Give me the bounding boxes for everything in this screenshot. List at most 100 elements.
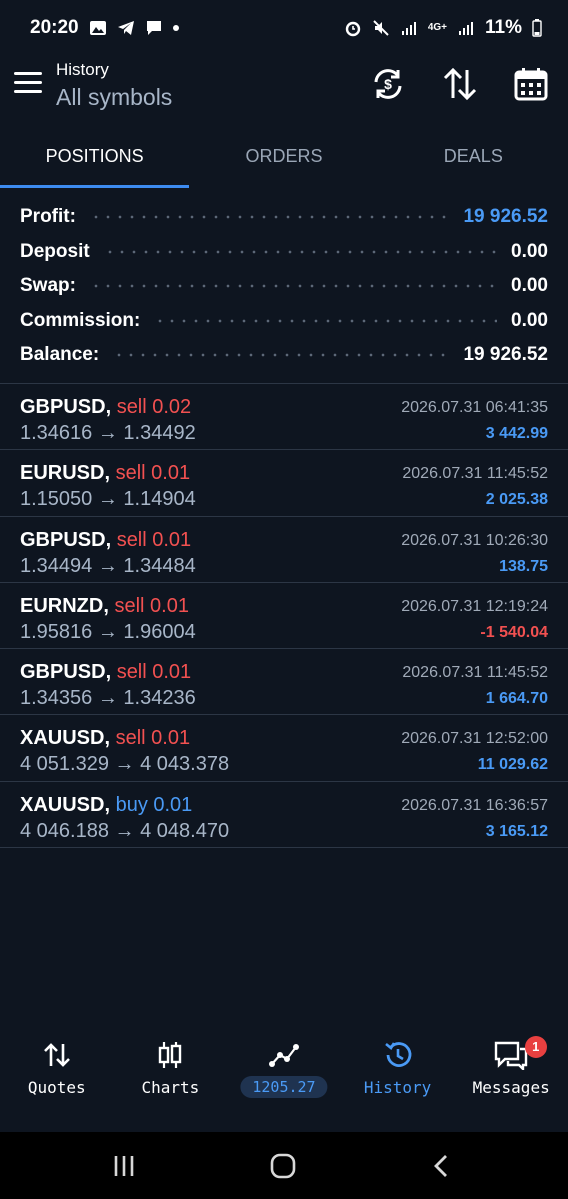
tab-deals[interactable]: DEALS <box>379 124 568 188</box>
position-time: 2026.07.31 11:45:52 <box>402 664 548 682</box>
position-row[interactable]: GBPUSD, sell 0.02 1.34616 → 1.34492 2026… <box>0 384 568 451</box>
summary-label: Profit: <box>20 206 76 228</box>
dotted-leader <box>113 353 450 358</box>
position-side: buy 0.01 <box>115 793 193 816</box>
summary-label: Swap: <box>20 275 76 297</box>
position-row[interactable]: GBPUSD, sell 0.01 1.34494 → 1.34484 2026… <box>0 517 568 583</box>
calendar-icon[interactable] <box>513 66 549 102</box>
position-prices: 1.95816 → 1.96004 <box>20 620 196 643</box>
position-prices: 1.15050 → 1.14904 <box>20 488 196 511</box>
position-time: 2026.07.31 11:45:52 <box>402 465 548 483</box>
position-side: sell 0.01 <box>115 462 191 485</box>
nav-label: Messages <box>472 1078 550 1097</box>
position-profit: 138.75 <box>499 557 548 575</box>
position-time: 2026.07.31 16:36:57 <box>401 796 548 814</box>
position-side: sell 0.02 <box>116 396 192 418</box>
nav-charts[interactable]: Charts <box>114 1030 228 1130</box>
position-time: 2026.07.31 10:26:30 <box>401 531 548 549</box>
summary-value: 0.00 <box>511 309 548 331</box>
position-prices: 1.34356 → 1.34236 <box>20 687 196 710</box>
summary-value: 0.00 <box>511 275 548 297</box>
position-profit: 2 025.38 <box>485 491 548 509</box>
nav-trade[interactable]: 1205.27 <box>227 1030 341 1130</box>
signal-2-icon <box>459 22 474 35</box>
status-time: 20:20 <box>30 17 79 38</box>
summary-label: Balance: <box>20 344 100 366</box>
nav-label: Quotes <box>27 1078 86 1097</box>
summary-profit: Profit: 19 926.52 <box>0 200 568 235</box>
position-side: sell 0.01 <box>115 727 191 750</box>
nav-label: History <box>363 1078 432 1097</box>
summary-label: Commission: <box>20 309 141 331</box>
mute-icon <box>373 20 389 36</box>
summary-swap: Swap: 0.00 <box>0 269 568 304</box>
position-symbol: GBPUSD, <box>20 396 112 418</box>
position-row[interactable]: EURUSD, sell 0.01 1.15050 → 1.14904 2026… <box>0 450 568 517</box>
dotted-leader <box>154 318 498 323</box>
position-side: sell 0.01 <box>116 661 192 684</box>
equity-value: 1205.27 <box>240 1076 328 1098</box>
telegram-icon <box>117 21 134 35</box>
nav-quotes[interactable]: Quotes <box>0 1030 114 1130</box>
position-symbol: GBPUSD, <box>20 661 112 684</box>
position-side: sell 0.01 <box>114 594 189 617</box>
system-nav-bar <box>0 1132 568 1199</box>
candlestick-chart-icon <box>159 1042 182 1068</box>
alarm-icon <box>345 21 361 37</box>
dotted-leader <box>103 249 498 254</box>
position-prices: 1.34494 → 1.34484 <box>20 554 196 577</box>
position-profit: 1 664.70 <box>485 690 548 708</box>
gallery-icon <box>89 21 106 35</box>
dotted-leader <box>89 215 450 220</box>
battery-icon <box>532 19 542 37</box>
position-symbol: XAUUSD, <box>20 727 111 750</box>
back-icon[interactable] <box>428 1152 456 1180</box>
position-prices: 1.34616 → 1.34492 <box>20 422 196 444</box>
status-bar: 20:20 4G+ 11% <box>0 0 568 56</box>
tab-orders[interactable]: ORDERS <box>189 124 378 188</box>
position-row[interactable]: XAUUSD, buy 0.01 4 046.188 → 4 048.470 2… <box>0 782 568 849</box>
position-symbol: GBPUSD, <box>20 528 112 551</box>
battery-percent: 11% <box>485 17 522 38</box>
trade-line-icon <box>268 1044 299 1067</box>
symbol-filter[interactable]: All symbols <box>56 84 172 111</box>
tab-positions[interactable]: POSITIONS <box>0 124 190 188</box>
quotes-icon <box>43 1043 70 1067</box>
position-symbol: EURNZD, <box>20 594 109 617</box>
network-type: 4G+ <box>427 22 448 33</box>
home-icon[interactable] <box>269 1152 297 1180</box>
nav-messages[interactable]: 1 Messages <box>454 1030 568 1130</box>
sync-currency-icon[interactable]: $ <box>370 66 406 102</box>
nav-label: Charts <box>141 1078 200 1097</box>
position-prices: 4 046.188 → 4 048.470 <box>20 819 230 842</box>
recent-apps-icon[interactable] <box>110 1152 138 1180</box>
position-time: 2026.07.31 12:52:00 <box>401 730 548 748</box>
summary-value: 19 926.52 <box>463 206 548 228</box>
history-icon <box>384 1042 411 1067</box>
sort-icon[interactable] <box>442 66 478 102</box>
summary-label: Deposit <box>20 240 90 262</box>
position-prices: 4 051.329 → 4 043.378 <box>20 753 230 776</box>
position-time: 2026.07.31 06:41:35 <box>401 399 548 416</box>
summary-deposit: Deposit 0.00 <box>0 235 568 270</box>
summary-value: 19 926.52 <box>463 344 548 366</box>
position-row[interactable]: XAUUSD, sell 0.01 4 051.329 → 4 043.378 … <box>0 715 568 782</box>
chat-icon <box>146 21 161 35</box>
messages-badge: 1 <box>524 1036 547 1058</box>
nav-history[interactable]: History <box>341 1030 455 1130</box>
position-side: sell 0.01 <box>116 528 192 551</box>
signal-icon <box>401 22 416 35</box>
position-row[interactable]: GBPUSD, sell 0.01 1.34356 → 1.34236 2026… <box>0 649 568 716</box>
menu-icon[interactable] <box>14 72 42 96</box>
top-app-bar: History All symbols $ <box>0 56 568 118</box>
bottom-navigation: Quotes Charts 1205.27 History 1 Messages <box>0 1030 568 1130</box>
position-row[interactable]: EURNZD, sell 0.01 1.95816 → 1.96004 2026… <box>0 583 568 650</box>
summary-value: 0.00 <box>511 240 548 262</box>
summary-commission: Commission: 0.00 <box>0 304 568 339</box>
notification-dot-icon <box>172 25 179 31</box>
position-profit: 11 029.62 <box>477 756 548 774</box>
history-tabs: POSITIONS ORDERS DEALS <box>0 124 568 188</box>
summary-panel: Profit: 19 926.52 Deposit 0.00 Swap: 0.0… <box>0 200 568 373</box>
dotted-leader <box>89 284 498 289</box>
header-subtitle: History <box>56 60 109 79</box>
